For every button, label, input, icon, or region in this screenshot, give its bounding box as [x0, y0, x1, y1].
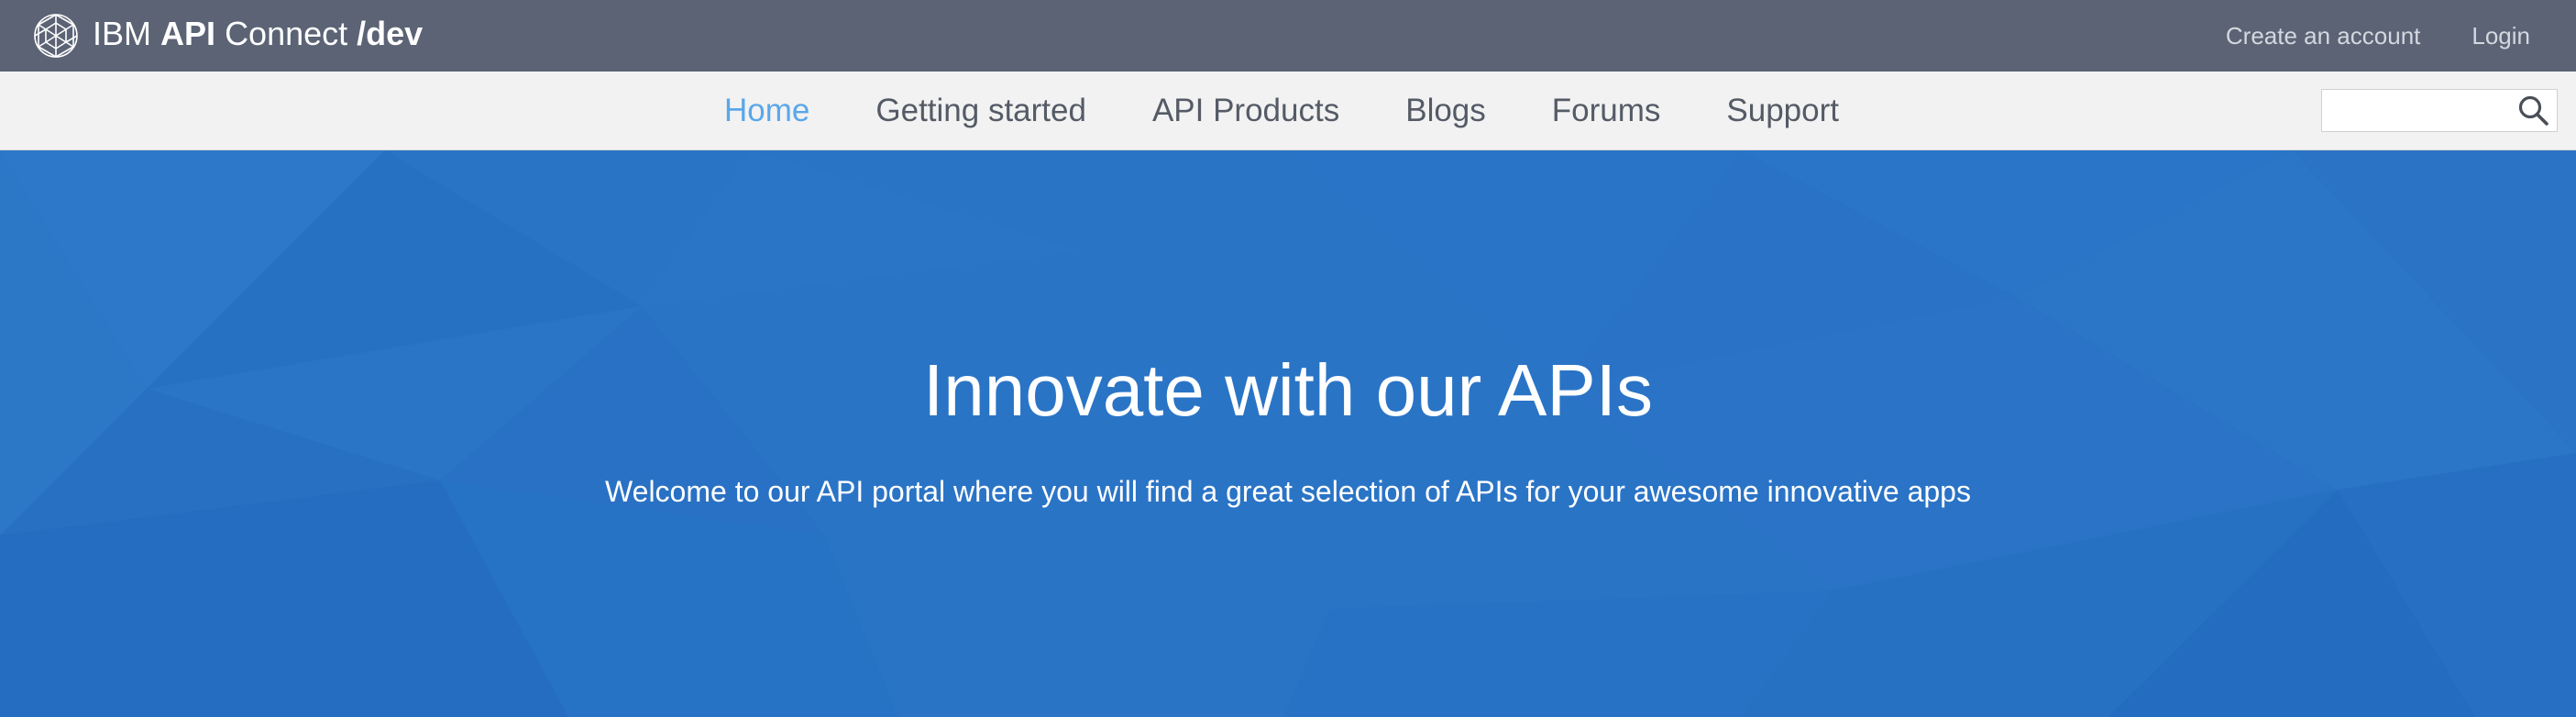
ibm-api-connect-logo-icon: [34, 14, 78, 58]
nav-item-blogs[interactable]: Blogs: [1405, 93, 1486, 129]
hero-subtitle: Welcome to our API portal where you will…: [605, 475, 1971, 508]
brand-api: API: [160, 15, 216, 52]
nav-item-getting-started[interactable]: Getting started: [875, 93, 1086, 129]
top-bar: IBM API Connect /dev Create an account L…: [0, 0, 2576, 72]
search-input[interactable]: [2322, 90, 2505, 131]
nav-item-api-products[interactable]: API Products: [1152, 93, 1339, 129]
brand-connect: Connect: [225, 15, 348, 52]
nav-menu: Home Getting started API Products Blogs …: [0, 72, 2576, 150]
create-account-link[interactable]: Create an account: [2226, 22, 2420, 50]
nav-item-forums[interactable]: Forums: [1552, 93, 1661, 129]
hero-background-pattern: [0, 150, 2576, 717]
hero-banner: Innovate with our APIs Welcome to our AP…: [0, 150, 2576, 717]
main-nav: Home Getting started API Products Blogs …: [0, 72, 2576, 150]
brand-dev: /dev: [357, 15, 424, 52]
nav-item-support[interactable]: Support: [1726, 93, 1839, 129]
login-link[interactable]: Login: [2471, 22, 2530, 50]
brand[interactable]: IBM API Connect /dev: [32, 0, 423, 72]
search-icon[interactable]: [2516, 94, 2551, 128]
search-box: [2321, 89, 2558, 132]
brand-name: IBM API Connect /dev: [93, 17, 423, 50]
brand-ibm: IBM: [93, 15, 152, 52]
hero-title: Innovate with our APIs: [922, 349, 1653, 431]
nav-item-home[interactable]: Home: [724, 93, 809, 129]
account-links: Create an account Login: [2174, 0, 2530, 72]
